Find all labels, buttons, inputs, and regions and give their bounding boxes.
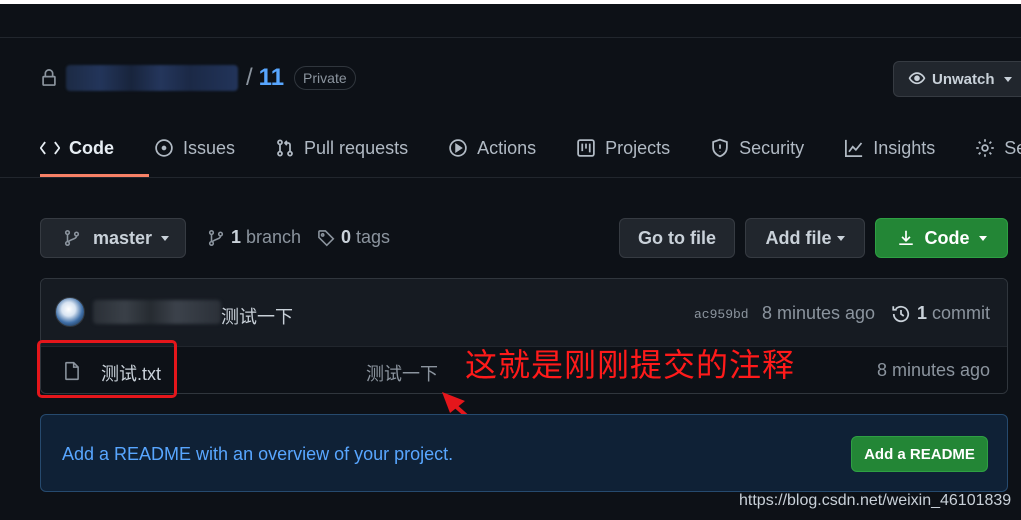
commit-count: 1 — [917, 303, 928, 323]
tab-insights[interactable]: Insights — [844, 126, 935, 170]
branch-word: branch — [246, 227, 302, 247]
code-icon — [40, 141, 60, 155]
tab-label: Insights — [873, 137, 936, 158]
tab-issues[interactable]: Issues — [154, 126, 235, 170]
go-to-file-button[interactable]: Go to file — [619, 218, 735, 258]
tab-label: Actions — [477, 137, 537, 158]
header-divider — [0, 37, 1021, 38]
tag-count: 0 — [341, 227, 352, 247]
chevron-down-icon — [836, 235, 845, 241]
download-icon — [898, 230, 913, 246]
pull-request-icon — [277, 139, 293, 157]
code-button-label: Code — [924, 227, 970, 248]
unwatch-label: Unwatch — [932, 70, 995, 88]
annotation-highlight-box — [37, 340, 177, 398]
tab-label: Set — [1004, 137, 1021, 158]
avatar[interactable] — [55, 297, 85, 327]
watermark-text: https://blog.csdn.net/weixin_46101839 — [739, 492, 1012, 509]
commit-author-redacted[interactable] — [93, 300, 221, 324]
commit-sha[interactable]: ac959bd — [694, 307, 749, 322]
latest-commit-row: 测试一下 ac959bd 8 minutes ago 1 commit — [41, 279, 1007, 347]
commit-time: 8 minutes ago — [762, 303, 876, 323]
add-file-button[interactable]: Add file — [745, 218, 865, 258]
tab-label: Issues — [183, 137, 236, 158]
tab-label: Pull requests — [304, 137, 409, 158]
readme-prompt-text: Add a README with an overview of your pr… — [62, 444, 454, 464]
code-download-button[interactable]: Code — [875, 218, 1008, 258]
tab-pull-requests[interactable]: Pull requests — [275, 126, 408, 170]
tab-projects[interactable]: Projects — [576, 126, 670, 170]
add-readme-button[interactable]: Add a README — [851, 436, 988, 472]
file-commit-time: 8 minutes ago — [877, 360, 991, 380]
unwatch-button[interactable]: Unwatch — [893, 61, 1021, 97]
tabs-divider — [0, 177, 1021, 178]
lock-icon — [42, 69, 56, 86]
tab-label: Security — [739, 137, 805, 158]
visibility-badge: Private — [294, 66, 356, 90]
top-strip — [0, 0, 1021, 4]
gear-icon — [976, 139, 994, 157]
commit-history-link[interactable]: 1 commit — [891, 303, 990, 324]
chevron-down-icon — [1003, 76, 1012, 82]
readme-prompt: Add a README with an overview of your pr… — [40, 414, 1008, 492]
latest-commit-message[interactable]: 测试一下 — [221, 303, 293, 329]
commit-word: commit — [932, 303, 991, 323]
chevron-down-icon — [978, 235, 987, 241]
repo-nav-tabs: Code Issues Pull requests Actions Projec… — [40, 126, 1021, 178]
annotation-text: 这就是刚刚提交的注释 — [465, 347, 796, 383]
branch-icon — [64, 230, 80, 246]
owner-name-redacted[interactable] — [66, 65, 238, 91]
tab-settings[interactable]: Set — [975, 126, 1021, 170]
repo-path-separator: / — [246, 64, 253, 91]
tab-code[interactable]: Code — [40, 126, 114, 170]
tab-security[interactable]: Security — [710, 126, 804, 170]
tag-icon — [318, 229, 335, 246]
tab-label: Projects — [605, 137, 671, 158]
project-icon — [577, 139, 595, 157]
branch-name: master — [93, 227, 153, 248]
repo-header: / 11 Private — [40, 62, 356, 94]
history-icon — [892, 305, 910, 322]
issue-icon — [155, 139, 173, 157]
eye-icon — [908, 72, 926, 85]
add-file-label: Add file — [765, 227, 832, 248]
repo-name-link[interactable]: 11 — [259, 64, 284, 92]
tag-word: tags — [356, 227, 391, 247]
file-commit-message[interactable]: 测试一下 — [366, 360, 438, 386]
tags-link[interactable]: 0 tags — [317, 227, 390, 248]
branch-icon — [208, 229, 224, 246]
tab-actions[interactable]: Actions — [448, 126, 536, 170]
play-icon — [449, 139, 467, 157]
tab-label: Code — [69, 137, 114, 158]
graph-icon — [845, 139, 863, 157]
branch-select-button[interactable]: master — [40, 218, 186, 258]
branch-count: 1 — [231, 227, 242, 247]
shield-icon — [712, 138, 728, 158]
branches-link[interactable]: 1 branch — [207, 227, 301, 248]
chevron-down-icon — [161, 235, 170, 241]
